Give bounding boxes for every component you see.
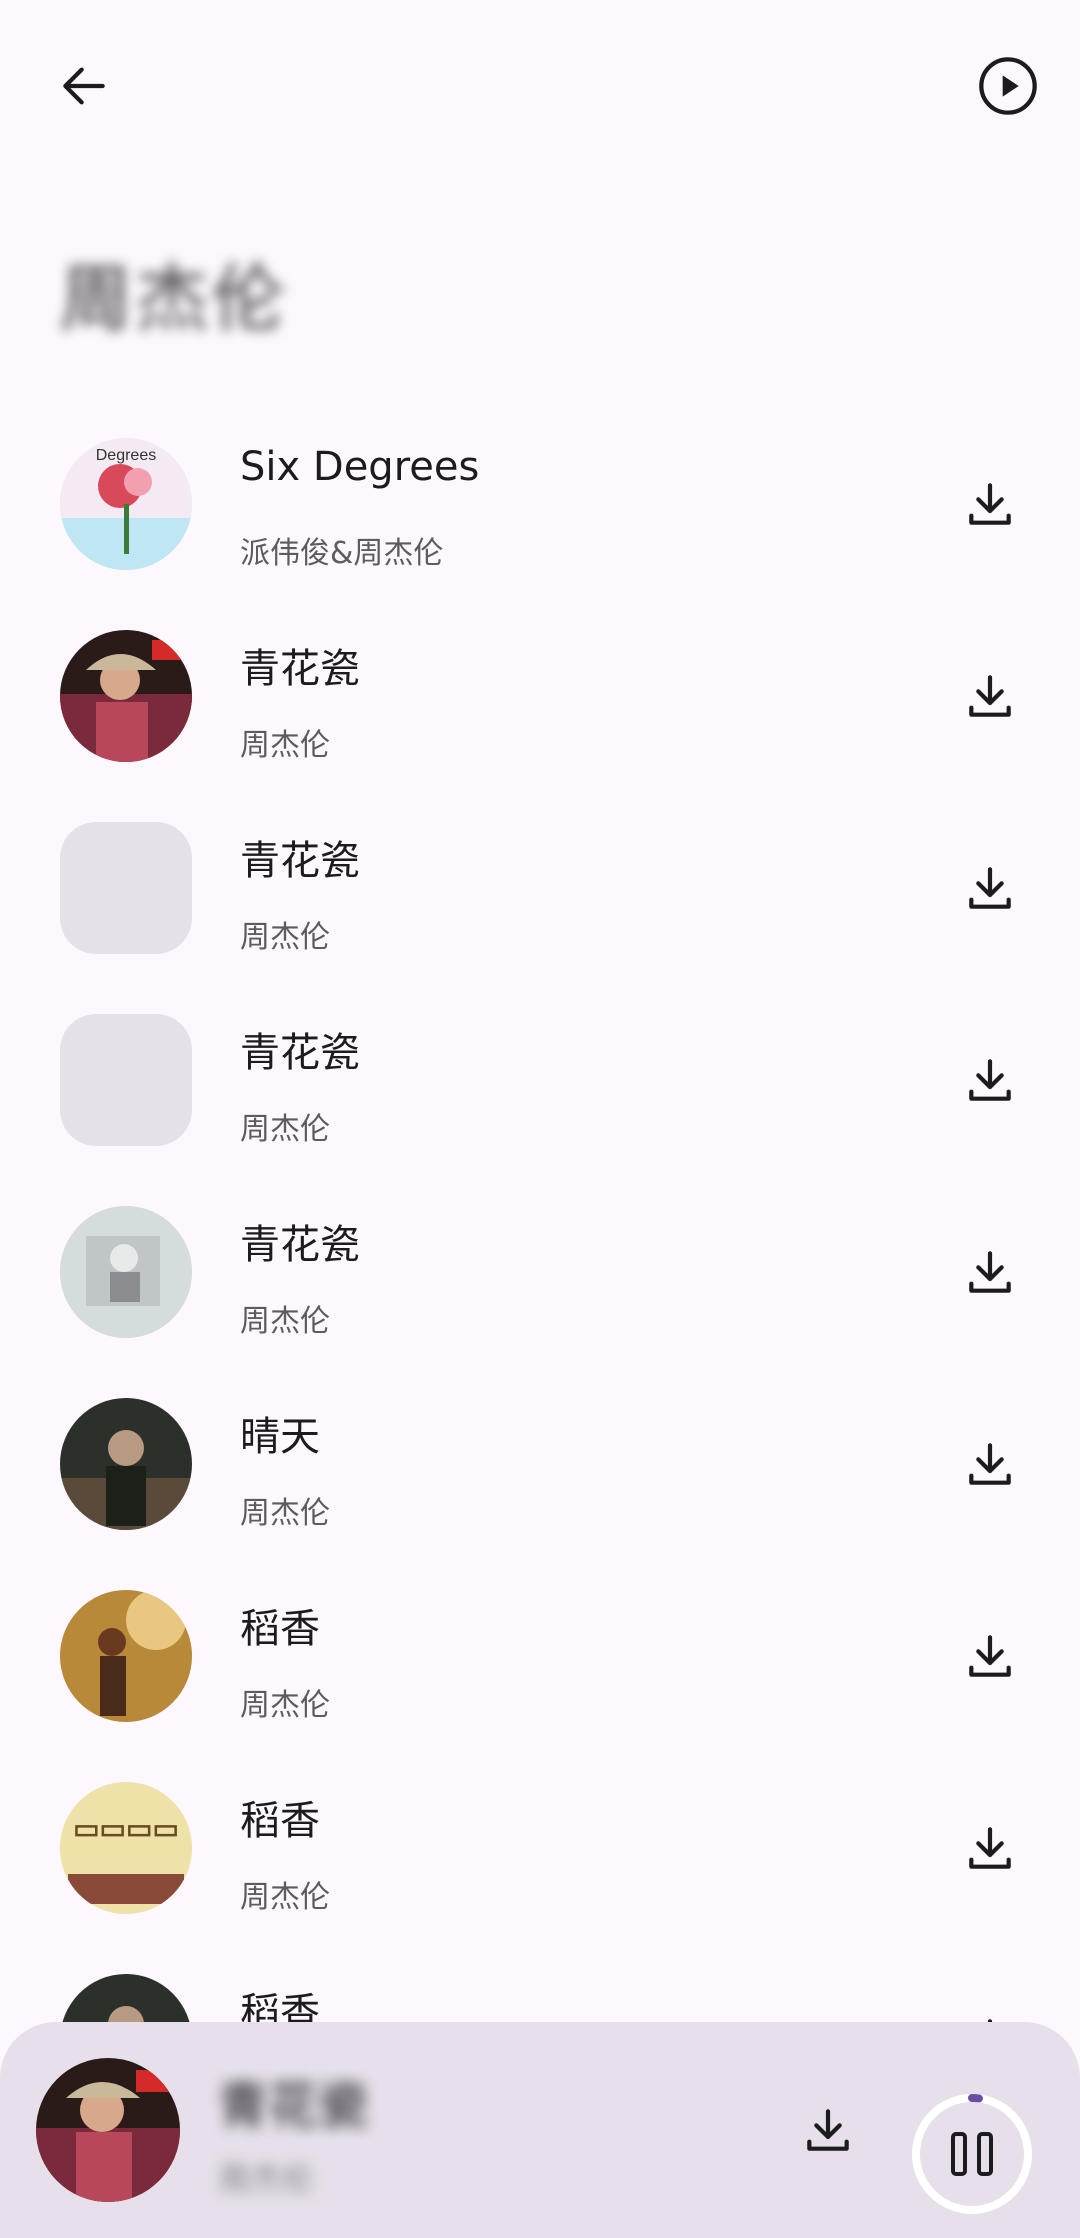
download-button[interactable] — [942, 1800, 1038, 1896]
song-artist: 周杰伦 — [240, 1112, 330, 1147]
song-row[interactable]: 青花瓷 周杰伦 — [0, 1006, 1080, 1198]
song-artist: 周杰伦 — [240, 920, 330, 955]
download-icon — [969, 1059, 1011, 1101]
song-cover — [60, 1590, 192, 1722]
song-title: 稻香 — [240, 1798, 320, 1844]
song-title: 青花瓷 — [240, 1222, 360, 1268]
svg-text:Degrees: Degrees — [96, 447, 156, 464]
download-icon — [969, 867, 1011, 909]
play-all-button[interactable] — [960, 38, 1056, 134]
download-icon — [969, 675, 1011, 717]
song-cover — [60, 1398, 192, 1530]
song-row[interactable]: 稻香周杰伦 — [0, 1582, 1080, 1774]
song-title: Six Degrees — [240, 444, 480, 490]
download-button[interactable] — [942, 840, 1038, 936]
back-button[interactable] — [36, 38, 132, 134]
song-artist: 周杰伦 — [240, 1304, 330, 1339]
song-row[interactable]: 青花瓷 周杰伦 — [0, 1198, 1080, 1390]
song-title: 青花瓷 — [240, 1030, 360, 1076]
song-row[interactable]: Degrees Six Degrees 派伟俊&周杰伦 — [0, 430, 1080, 622]
page-title: 周杰伦 — [60, 257, 289, 341]
download-icon — [969, 483, 1011, 525]
download-icon — [807, 2109, 849, 2151]
album-art — [60, 1590, 192, 1722]
now-playing-artist: 周杰伦 — [218, 2160, 315, 2198]
song-cover — [60, 1014, 192, 1146]
download-button[interactable] — [942, 1416, 1038, 1512]
song-artist: 周杰伦 — [240, 1496, 330, 1531]
download-button[interactable] — [942, 1224, 1038, 1320]
song-title: 稻香 — [240, 1606, 320, 1652]
album-art — [36, 2058, 180, 2202]
song-row[interactable]: 晴天 周杰伦 — [0, 1390, 1080, 1582]
download-button[interactable] — [942, 1608, 1038, 1704]
song-row[interactable]: ▭▭▭▭ 稻香周杰伦 — [0, 1774, 1080, 1966]
top-app-bar — [0, 0, 1080, 180]
play-pause-button[interactable] — [908, 2090, 1036, 2218]
song-artist: 派伟俊&周杰伦 — [240, 536, 444, 571]
song-cover — [60, 822, 192, 954]
download-icon — [969, 1635, 1011, 1677]
now-playing-download-button[interactable] — [780, 2082, 876, 2178]
song-artist: 周杰伦 — [240, 1880, 330, 1915]
play-circle-icon — [979, 57, 1037, 115]
song-list: Degrees Six Degrees 派伟俊&周杰伦 青花瓷 周杰伦 青花瓷 周杰伦 青花瓷… — [0, 430, 1080, 2158]
song-artist: 周杰伦 — [240, 1688, 330, 1723]
mini-player[interactable]: 青花瓷 周杰伦 — [0, 2022, 1080, 2238]
download-button[interactable] — [942, 648, 1038, 744]
song-cover: Degrees — [60, 438, 192, 570]
album-art: Degrees — [60, 438, 192, 570]
now-playing-title: 青花瓷 — [218, 2077, 368, 2135]
song-artist: 周杰伦 — [240, 728, 330, 763]
song-title: 晴天 — [240, 1414, 320, 1460]
song-cover — [60, 1206, 192, 1338]
download-button[interactable] — [942, 456, 1038, 552]
pause-icon — [951, 2132, 993, 2176]
album-art — [60, 1398, 192, 1530]
progress-ring — [912, 2094, 1032, 2214]
download-icon — [969, 1827, 1011, 1869]
download-icon — [969, 1443, 1011, 1485]
album-art — [60, 630, 192, 762]
song-row[interactable]: 青花瓷 周杰伦 — [0, 814, 1080, 1006]
song-cover — [60, 630, 192, 762]
now-playing-cover[interactable] — [36, 2058, 180, 2202]
arrow-left-icon — [63, 67, 105, 105]
album-art: ▭▭▭▭ — [60, 1782, 192, 1914]
svg-text:▭▭▭▭: ▭▭▭▭ — [73, 1813, 179, 1844]
song-row[interactable]: 青花瓷 周杰伦 — [0, 622, 1080, 814]
song-cover: ▭▭▭▭ — [60, 1782, 192, 1914]
album-art — [60, 1206, 192, 1338]
song-title: 青花瓷 — [240, 646, 360, 692]
download-icon — [969, 1251, 1011, 1293]
download-button[interactable] — [942, 1032, 1038, 1128]
song-title: 青花瓷 — [240, 838, 360, 884]
